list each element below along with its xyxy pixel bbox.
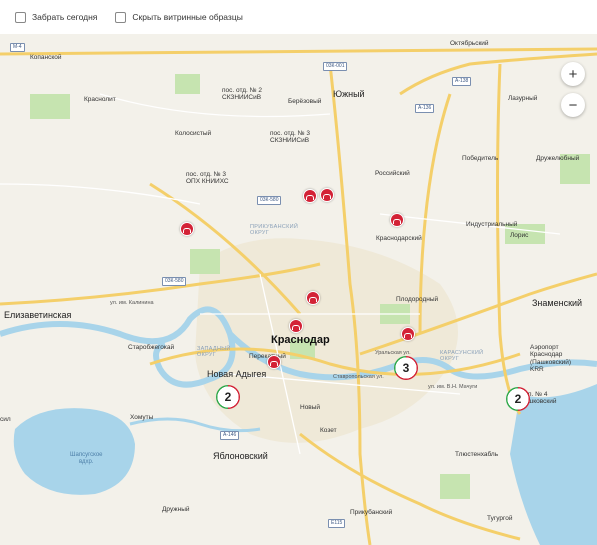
store-marker[interactable] <box>267 355 281 369</box>
filter-bar: Забрать сегодня Скрыть витринные образцы <box>0 0 597 34</box>
store-marker[interactable] <box>390 213 404 227</box>
minus-icon: − <box>568 96 578 114</box>
shield-03k001: 03К-001 <box>323 62 348 71</box>
hide-showcase-checkbox[interactable] <box>115 11 127 23</box>
label-elizavetinskaya: Елизаветинская <box>4 310 72 320</box>
label-kolosisty: Колосистый <box>175 130 212 137</box>
label-tugurgoy: Тугургой <box>487 515 513 522</box>
shield-e115: Е115 <box>328 519 346 528</box>
zoom-out-button[interactable]: − <box>561 93 585 117</box>
cluster-marker[interactable]: 2 <box>216 385 240 409</box>
cluster-marker[interactable]: 3 <box>394 356 418 380</box>
shield-a136: А-136 <box>415 104 435 113</box>
label-krasnodarsky: Краснодарский <box>376 235 422 242</box>
label-kozet: Козет <box>320 427 337 434</box>
label-krasnodar: Краснодар <box>271 334 330 346</box>
store-marker[interactable] <box>401 327 415 341</box>
plus-icon: + <box>568 65 578 83</box>
label-zapadny-district: ЗАПАДНЫЙ ОКРУГ <box>197 346 231 359</box>
map-base <box>0 47 597 545</box>
label-znamensky: Знаменский <box>532 298 583 308</box>
label-pos2: пос. отд. № 2 СКЗНИИСиВ <box>222 87 263 102</box>
store-marker[interactable] <box>320 188 334 202</box>
label-ul-stavropolskaya: Ставропольская ул. <box>333 374 384 380</box>
label-starobzhegokai: Старобжегокай <box>128 344 175 351</box>
store-marker[interactable] <box>289 319 303 333</box>
hide-showcase-label: Скрыть витринные образцы <box>132 12 243 22</box>
filter-pickup-today[interactable]: Забрать сегодня <box>15 11 98 23</box>
label-russky: Российский <box>375 170 410 177</box>
store-marker[interactable] <box>306 291 320 305</box>
label-ul-magurya: ул. им. В.Н. Мачуги <box>428 384 478 390</box>
cluster-marker[interactable]: 2 <box>506 387 530 411</box>
label-yuzhny: Южный <box>333 89 365 99</box>
label-tlyustenkhabl: Тлюстенхабль <box>455 451 499 458</box>
label-psil: сил <box>0 416 11 423</box>
cluster-count: 2 <box>224 390 232 404</box>
label-airport: Аэропорт Краснодар (Пашковский) KRR <box>530 344 572 374</box>
label-loris: Лорис <box>510 232 529 239</box>
shield-a138: А-138 <box>452 77 472 86</box>
label-druzhny: Дружный <box>162 506 190 513</box>
filter-hide-showcase[interactable]: Скрыть витринные образцы <box>115 11 243 23</box>
label-beryozovy: Берёзовый <box>288 98 322 105</box>
shield-m4: М-4 <box>10 43 25 52</box>
cluster-count: 2 <box>514 392 522 406</box>
label-pos3b: пос. отд. № 3 ОПХ КНИИХС <box>186 171 229 186</box>
shield-a146: А-146 <box>220 431 240 440</box>
label-yablonovsky: Яблоновский <box>213 451 268 461</box>
label-novy: Новый <box>300 404 321 411</box>
pickup-today-checkbox[interactable] <box>15 11 26 23</box>
label-pos4: п. № 4 шковский <box>528 391 557 406</box>
pickup-today-label: Забрать сегодня <box>32 12 98 22</box>
shield-03k580b: 03К-580 <box>162 277 187 286</box>
label-kopansky: Копанской <box>30 54 62 61</box>
label-shapsugskoe: Шапсугское вдхр. <box>70 452 103 465</box>
label-krasnolit: Краснолит <box>84 96 116 103</box>
label-industrialny: Индустриальный <box>466 221 518 228</box>
label-plodorodny: Плодородный <box>396 296 439 303</box>
label-novaya-adygeya: Новая Адыгея <box>207 369 267 379</box>
label-khomuty: Хомуты <box>130 414 154 421</box>
store-marker[interactable] <box>180 222 194 236</box>
label-prikubansky: Прикубанский <box>350 509 393 516</box>
cluster-count: 3 <box>402 361 410 375</box>
label-lazurny: Лазурный <box>508 95 538 102</box>
shield-03k580: 03К-580 <box>257 196 282 205</box>
map[interactable]: Копанской Краснолит Колосистый пос. отд.… <box>0 34 597 545</box>
label-druzhelyubny: Дружелюбный <box>536 155 580 162</box>
store-marker[interactable] <box>303 189 317 203</box>
label-ul-kalinina: ул. им. Калинина <box>110 300 154 306</box>
label-karasunsky-district: КАРАСУНСКИЙ ОКРУГ <box>440 350 484 363</box>
label-prikubansky-district: ПРИКУБАНСКИЙ ОКРУГ <box>250 224 299 237</box>
label-oktyabrsky: Октябрьский <box>450 40 489 47</box>
zoom-in-button[interactable]: + <box>561 62 585 86</box>
label-pos3a: пос. отд. № 3 СКЗНИИСиВ <box>270 130 311 145</box>
label-pobeditel: Победитель <box>462 155 499 162</box>
